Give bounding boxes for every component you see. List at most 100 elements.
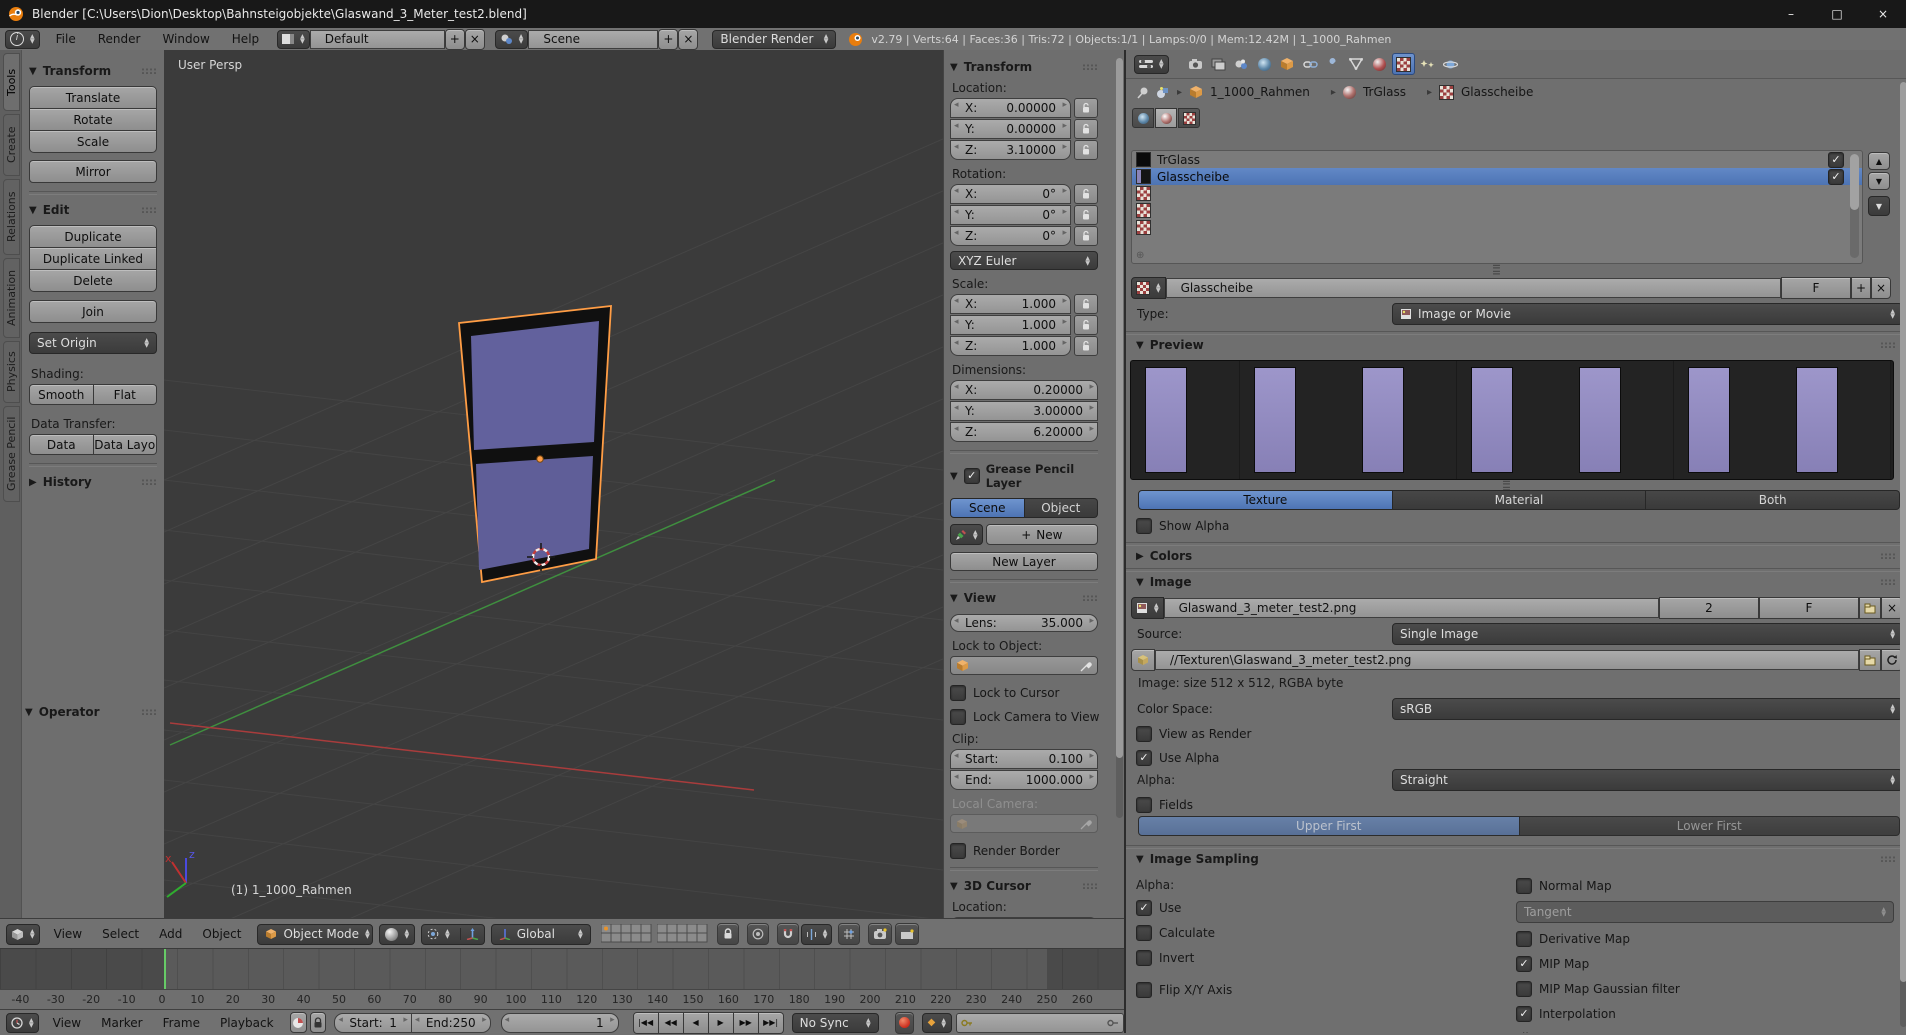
panel-drag-dots[interactable]: :::: <box>141 707 157 718</box>
proportional-edit-icon[interactable] <box>747 923 769 945</box>
list-scrollbar[interactable] <box>1850 154 1859 258</box>
gp-new-button[interactable]: + New <box>986 524 1098 545</box>
set-origin-dropdown[interactable]: Set Origin ▲▼ <box>29 332 157 354</box>
panel-drag-dots[interactable]: :::: <box>1880 854 1896 865</box>
snap-magnet-icon[interactable] <box>777 923 799 945</box>
flip-xy-checkbox[interactable] <box>1136 982 1152 998</box>
context-particles-icon[interactable] <box>1417 54 1438 74</box>
tab-create[interactable]: Create <box>3 114 20 176</box>
context-modifiers-icon[interactable] <box>1323 54 1344 74</box>
history-panel-header[interactable]: ▶ History :::: <box>29 475 157 489</box>
fields-checkbox[interactable] <box>1136 797 1152 813</box>
panel-drag-dots[interactable]: :::: <box>141 66 157 77</box>
properties-scrollbar[interactable] <box>1900 82 1906 1027</box>
panel-drag-dots[interactable]: :::: <box>141 205 157 216</box>
number-field[interactable]: ◂Y:3.00000▸ <box>950 401 1098 421</box>
menu-select[interactable]: Select <box>98 927 143 941</box>
slot-move-down-button[interactable]: ▼ <box>1868 172 1890 190</box>
panel-drag-dots[interactable]: :::: <box>1082 881 1098 892</box>
snap-grid-icon[interactable] <box>838 923 860 945</box>
menu-object[interactable]: Object <box>198 927 245 941</box>
tab-grease-pencil[interactable]: Grease Pencil <box>3 406 20 502</box>
pack-image-icon[interactable] <box>1131 649 1155 671</box>
context-render-icon[interactable] <box>1185 54 1206 74</box>
add-layout-button[interactable]: + <box>445 29 465 50</box>
render-opengl-still-icon[interactable] <box>868 923 892 945</box>
context-physics-icon[interactable] <box>1440 54 1461 74</box>
clip-end-field[interactable]: ◂End: 1000.000▸ <box>950 770 1098 790</box>
lock-to-object-field[interactable] <box>950 656 1098 675</box>
pivot-center-select[interactable]: ▲▼ <box>421 924 485 945</box>
texture-context-material-icon[interactable] <box>1155 108 1177 128</box>
render-engine-select[interactable]: Blender Render ▲▼ <box>712 30 836 49</box>
derivative-map-checkbox[interactable] <box>1516 931 1532 947</box>
upper-first-button[interactable]: Upper First <box>1138 816 1520 836</box>
context-object-icon[interactable] <box>1277 54 1298 74</box>
menu-playback[interactable]: Playback <box>216 1016 278 1030</box>
context-material-icon[interactable] <box>1369 54 1390 74</box>
lock-icon[interactable] <box>1074 205 1098 225</box>
number-field[interactable]: ◂X:0°▸ <box>950 184 1071 204</box>
lock-to-scene-icon[interactable] <box>717 923 739 945</box>
editor-type-button[interactable]: i ▲▼ <box>5 30 40 49</box>
gp-scene-button[interactable]: Scene <box>950 498 1025 518</box>
use-preview-range-icon[interactable] <box>290 1012 308 1033</box>
texture-slot-row[interactable] <box>1132 219 1862 236</box>
context-constraints-icon[interactable] <box>1300 54 1321 74</box>
lock-icon[interactable] <box>1074 184 1098 204</box>
alpha-invert-checkbox[interactable] <box>1136 950 1152 966</box>
sync-mode-select[interactable]: No Sync ▲▼ <box>792 1013 879 1033</box>
lens-field[interactable]: ◂ Lens: 35.000 ▸ <box>950 614 1098 632</box>
texture-enable-checkbox[interactable] <box>1828 152 1844 168</box>
resize-grip[interactable]: == <box>1476 264 1516 276</box>
menu-view[interactable]: View <box>49 1016 85 1030</box>
timeline-ruler[interactable]: -40-30-20-100102030405060708090100110120… <box>0 989 1124 1010</box>
frame-start-field[interactable]: ◂Start: 1▸ <box>334 1013 411 1033</box>
clip-start-field[interactable]: ◂Start: 0.100▸ <box>950 749 1098 769</box>
texture-slot-row[interactable] <box>1132 185 1862 202</box>
transform-panel-header[interactable]: ▼ Transform :::: <box>29 64 157 78</box>
transform-orientation-select[interactable]: Global ▲▼ <box>491 924 591 945</box>
new-texture-button[interactable]: + <box>1851 277 1871 299</box>
lock-range-icon[interactable] <box>310 1012 326 1033</box>
jump-to-end-button[interactable]: ▶▶| <box>759 1012 784 1034</box>
gp-new-layer-button[interactable]: New Layer <box>950 552 1098 571</box>
menu-help[interactable]: Help <box>228 32 263 46</box>
panel-drag-dots[interactable]: :::: <box>141 477 157 488</box>
lower-first-button[interactable]: Lower First <box>1520 816 1901 836</box>
layers-grid-1[interactable] <box>601 924 653 944</box>
browse-path-button[interactable] <box>1859 649 1881 671</box>
lock-icon[interactable] <box>1074 98 1098 118</box>
play-reverse-button[interactable]: ◀ <box>684 1012 709 1034</box>
rotate-button[interactable]: Rotate <box>29 109 157 131</box>
grease-pencil-checkbox[interactable] <box>964 468 980 484</box>
normal-map-checkbox[interactable] <box>1516 878 1532 894</box>
play-button[interactable]: ▶ <box>709 1012 734 1034</box>
scale-button[interactable]: Scale <box>29 131 157 153</box>
interpolation-checkbox[interactable] <box>1516 1006 1532 1022</box>
panel-drag-dots[interactable]: :::: <box>1880 577 1896 588</box>
lock-icon[interactable] <box>1074 140 1098 160</box>
render-opengl-anim-icon[interactable] <box>895 923 919 945</box>
insert-key-icon[interactable] <box>1107 1018 1119 1028</box>
duplicate-button[interactable]: Duplicate <box>29 225 157 248</box>
mirror-button[interactable]: Mirror <box>29 160 157 183</box>
mip-map-checkbox[interactable] <box>1516 956 1532 972</box>
lock-icon[interactable] <box>1074 294 1098 314</box>
scrollbar-thumb[interactable] <box>1850 154 1859 210</box>
lock-camera-to-view-checkbox[interactable] <box>950 709 966 725</box>
active-keying-set-field[interactable] <box>956 1013 1124 1033</box>
add-scene-button[interactable]: + <box>658 29 678 50</box>
number-field[interactable]: ◂X:0.20000▸ <box>950 380 1098 400</box>
delete-layout-button[interactable]: × <box>465 29 485 50</box>
lock-icon[interactable] <box>1074 119 1098 139</box>
scrollbar-thumb[interactable] <box>1116 58 1123 758</box>
alpha-mode-select[interactable]: Straight ▲▼ <box>1392 769 1903 791</box>
gp-object-button[interactable]: Object <box>1025 498 1099 518</box>
join-button[interactable]: Join <box>29 300 157 323</box>
show-alpha-checkbox[interactable] <box>1136 518 1152 534</box>
preview-both-button[interactable]: Both <box>1646 490 1900 510</box>
shade-flat-button[interactable]: Flat <box>94 384 158 405</box>
breadcrumb-object[interactable]: 1_1000_Rahmen <box>1210 85 1310 99</box>
keying-set-dropdown[interactable]: ◆ ▲▼ <box>922 1013 952 1033</box>
